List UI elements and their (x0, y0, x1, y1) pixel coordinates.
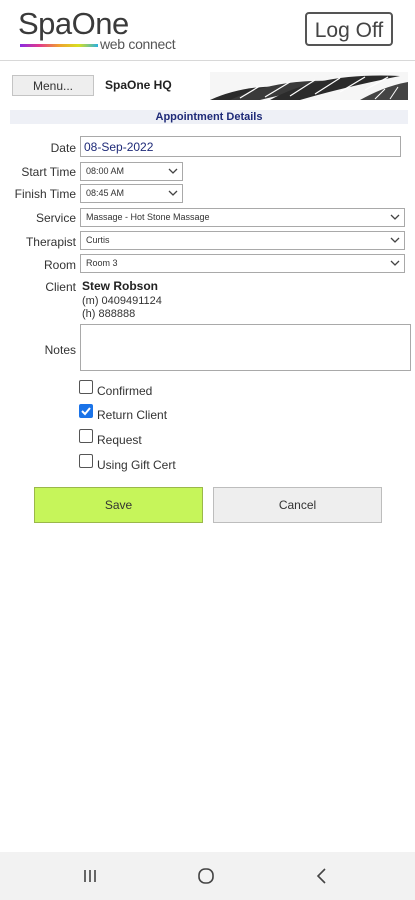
confirmed-label: Confirmed (97, 384, 153, 398)
service-value: Massage - Hot Stone Massage (86, 212, 210, 222)
client-home-phone: (h) 888888 (82, 308, 136, 320)
confirmed-checkbox[interactable] (79, 380, 93, 394)
therapist-label: Therapist (25, 235, 76, 249)
chevron-down-icon (390, 214, 400, 220)
gift-cert-label: Using Gift Cert (97, 458, 176, 472)
back-icon[interactable] (312, 866, 332, 886)
room-label: Room (43, 258, 76, 272)
android-nav-bar (0, 852, 415, 900)
return-client-checkbox[interactable] (79, 404, 93, 418)
room-select[interactable]: Room 3 (80, 254, 405, 273)
home-icon[interactable] (196, 866, 216, 886)
client-label: Client (45, 280, 76, 294)
chevron-down-icon (168, 190, 178, 196)
chevron-down-icon (390, 237, 400, 243)
service-select[interactable]: Massage - Hot Stone Massage (80, 208, 405, 227)
recent-apps-icon[interactable] (80, 866, 100, 886)
checkmark-icon (81, 407, 91, 416)
start-time-select[interactable]: 08:00 AM (80, 162, 183, 181)
room-value: Room 3 (86, 258, 118, 268)
therapist-value: Curtis (86, 235, 110, 245)
date-label: Date (50, 141, 76, 155)
top-bar: Menu... SpaOne HQ (0, 72, 415, 100)
start-time-label: Start Time (21, 165, 76, 179)
date-field[interactable]: 08-Sep-2022 (80, 136, 401, 157)
finish-time-select[interactable]: 08:45 AM (80, 184, 183, 203)
gift-cert-checkbox[interactable] (79, 454, 93, 468)
app-header: SpaOne web connect Log Off (0, 0, 415, 61)
notes-textarea[interactable] (80, 324, 411, 371)
chevron-down-icon (168, 168, 178, 174)
spaone-logo: SpaOne web connect (18, 6, 178, 56)
cancel-button[interactable]: Cancel (213, 487, 382, 523)
location-name: SpaOne HQ (105, 78, 172, 92)
service-label: Service (35, 211, 76, 225)
section-title: Appointment Details (10, 110, 408, 124)
menu-button[interactable]: Menu... (12, 75, 94, 96)
logo-sub-text: web connect (100, 36, 176, 52)
finish-time-label: Finish Time (14, 187, 76, 201)
therapist-select[interactable]: Curtis (80, 231, 405, 250)
chevron-down-icon (390, 260, 400, 266)
logo-color-bar (20, 44, 98, 47)
request-label: Request (97, 433, 142, 447)
finish-time-value: 08:45 AM (86, 188, 125, 198)
notes-label: Notes (44, 343, 76, 357)
client-name: Stew Robson (82, 279, 159, 293)
client-mobile: (m) 0409491124 (82, 295, 162, 307)
start-time-value: 08:00 AM (86, 166, 125, 176)
return-client-label: Return Client (97, 408, 168, 422)
log-off-button[interactable]: Log Off (305, 12, 393, 46)
save-button[interactable]: Save (34, 487, 203, 523)
palm-leaf-decoration (210, 72, 408, 100)
request-checkbox[interactable] (79, 429, 93, 443)
